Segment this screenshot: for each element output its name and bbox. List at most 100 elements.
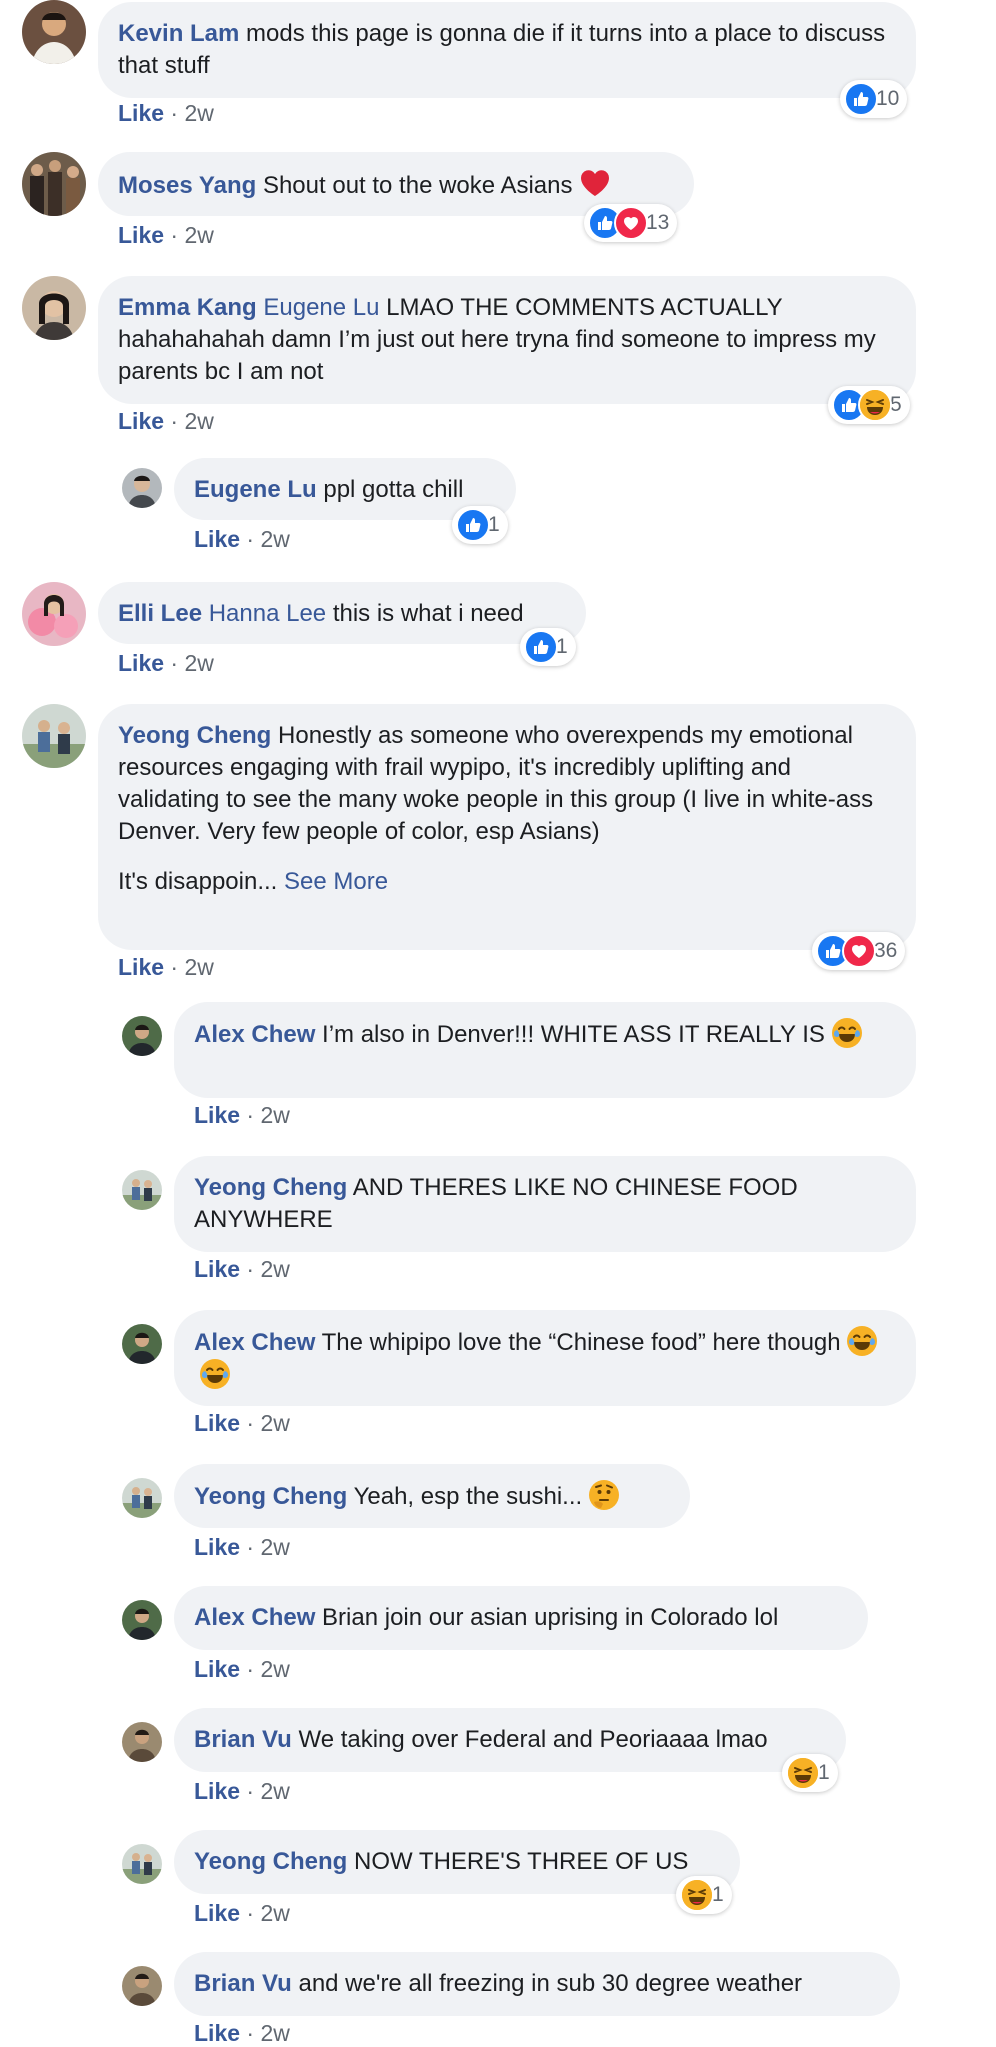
timestamp[interactable]: 2w: [260, 1410, 289, 1436]
tears-of-joy-emoji-icon: [200, 1359, 230, 1389]
timestamp[interactable]: 2w: [260, 1900, 289, 1926]
author-name[interactable]: Yeong Cheng: [118, 722, 271, 749]
comment-text: NOW THERE'S THREE OF US: [354, 1848, 689, 1875]
avatar[interactable]: [22, 582, 86, 646]
like-button[interactable]: Like: [118, 408, 164, 434]
like-button[interactable]: Like: [194, 1102, 240, 1128]
author-name[interactable]: Brian Vu: [194, 1970, 292, 1997]
author-name[interactable]: Kevin Lam: [118, 20, 239, 47]
comment-text: and we're all freezing in sub 30 degree …: [298, 1970, 803, 1997]
reaction-summary[interactable]: 1: [676, 1876, 732, 1914]
separator: ·: [170, 408, 179, 434]
avatar[interactable]: [122, 1600, 162, 1640]
comment-actions: Like · 2w: [194, 526, 290, 553]
avatar[interactable]: [122, 1966, 162, 2006]
avatar[interactable]: [122, 1016, 162, 1056]
comment-actions: Like · 2w: [118, 222, 214, 249]
timestamp[interactable]: 2w: [184, 100, 213, 126]
separator: ·: [170, 650, 179, 676]
timestamp[interactable]: 2w: [260, 2020, 289, 2046]
author-name[interactable]: Moses Yang: [118, 172, 256, 199]
separator: ·: [170, 954, 179, 980]
avatar[interactable]: [122, 1324, 162, 1364]
comment-text: The whipipo love the “Chinese food” here…: [321, 1329, 841, 1356]
author-name[interactable]: Elli Lee: [118, 600, 202, 627]
haha-reaction-icon: [858, 388, 892, 422]
like-reaction-icon: [844, 82, 878, 116]
mention-link[interactable]: Eugene Lu: [263, 294, 379, 321]
timestamp[interactable]: 2w: [260, 1534, 289, 1560]
avatar[interactable]: [122, 1170, 162, 1210]
reaction-summary[interactable]: 36: [812, 932, 906, 970]
like-button[interactable]: Like: [194, 2020, 240, 2046]
timestamp[interactable]: 2w: [184, 222, 213, 248]
reaction-summary[interactable]: 1: [782, 1754, 838, 1792]
comment-bubble: Alex Chew The whipipo love the “Chinese …: [174, 1310, 916, 1406]
avatar[interactable]: [22, 276, 86, 340]
avatar[interactable]: [22, 0, 86, 64]
separator: ·: [246, 526, 255, 552]
comment-actions: Like · 2w: [194, 1656, 290, 1683]
like-button[interactable]: Like: [118, 650, 164, 676]
timestamp[interactable]: 2w: [260, 1102, 289, 1128]
separator: ·: [246, 1256, 255, 1282]
author-name[interactable]: Alex Chew: [194, 1604, 315, 1631]
author-name[interactable]: Emma Kang: [118, 294, 257, 321]
comment-actions: Like · 2w: [194, 1534, 290, 1561]
comment-text-continued: It's disappoin... See More: [118, 866, 896, 898]
timestamp[interactable]: 2w: [260, 1256, 289, 1282]
avatar[interactable]: [122, 1722, 162, 1762]
comment-actions: Like · 2w: [118, 650, 214, 677]
avatar[interactable]: [122, 1844, 162, 1884]
author-name[interactable]: Brian Vu: [194, 1726, 292, 1753]
avatar[interactable]: [22, 152, 86, 216]
like-reaction-icon: [456, 508, 490, 542]
reaction-summary[interactable]: 1: [520, 628, 576, 666]
like-button[interactable]: Like: [118, 100, 164, 126]
like-button[interactable]: Like: [194, 526, 240, 552]
like-button[interactable]: Like: [194, 1410, 240, 1436]
comment-bubble: Brian Vu and we're all freezing in sub 3…: [174, 1952, 900, 2016]
like-button[interactable]: Like: [118, 954, 164, 980]
reaction-summary[interactable]: 5: [828, 386, 910, 424]
author-name[interactable]: Yeong Cheng: [194, 1483, 347, 1510]
comment-bubble: Brian Vu We taking over Federal and Peor…: [174, 1708, 846, 1772]
timestamp[interactable]: 2w: [184, 954, 213, 980]
comment-bubble: Alex Chew Brian join our asian uprising …: [174, 1586, 868, 1650]
avatar[interactable]: [22, 704, 86, 768]
like-button[interactable]: Like: [194, 1900, 240, 1926]
mention-link[interactable]: Hanna Lee: [209, 600, 326, 627]
timestamp[interactable]: 2w: [184, 408, 213, 434]
like-button[interactable]: Like: [194, 1656, 240, 1682]
comment-bubble: Yeong Cheng NOW THERE'S THREE OF US: [174, 1830, 740, 1894]
see-more-link[interactable]: See More: [284, 868, 388, 895]
red-heart-emoji-icon: [579, 168, 611, 198]
comment-text: this is what i need: [332, 600, 524, 627]
tears-of-joy-emoji-icon: [847, 1326, 878, 1356]
like-button[interactable]: Like: [194, 1778, 240, 1804]
timestamp[interactable]: 2w: [260, 1656, 289, 1682]
reaction-summary[interactable]: 10: [840, 80, 908, 118]
reaction-count: 13: [646, 211, 670, 234]
avatar[interactable]: [122, 1478, 162, 1518]
author-name[interactable]: Yeong Cheng: [194, 1848, 347, 1875]
comment-actions: Like · 2w: [118, 408, 214, 435]
like-button[interactable]: Like: [194, 1256, 240, 1282]
author-name[interactable]: Eugene Lu: [194, 476, 317, 503]
comment-actions: Like · 2w: [194, 1778, 290, 1805]
like-button[interactable]: Like: [194, 1534, 240, 1560]
truncated-text: It's disappoin...: [118, 868, 278, 895]
timestamp[interactable]: 2w: [260, 526, 289, 552]
author-name[interactable]: Alex Chew: [194, 1021, 315, 1048]
avatar[interactable]: [122, 468, 162, 508]
like-button[interactable]: Like: [118, 222, 164, 248]
timestamp[interactable]: 2w: [184, 650, 213, 676]
reaction-summary[interactable]: 1: [452, 506, 508, 544]
reaction-summary[interactable]: 13: [584, 204, 678, 242]
comment-actions: Like · 2w: [194, 1256, 290, 1283]
timestamp[interactable]: 2w: [260, 1778, 289, 1804]
separator: ·: [246, 1656, 255, 1682]
comment-text: Brian join our asian uprising in Colorad…: [322, 1604, 779, 1631]
author-name[interactable]: Yeong Cheng: [194, 1174, 347, 1201]
author-name[interactable]: Alex Chew: [194, 1329, 315, 1356]
